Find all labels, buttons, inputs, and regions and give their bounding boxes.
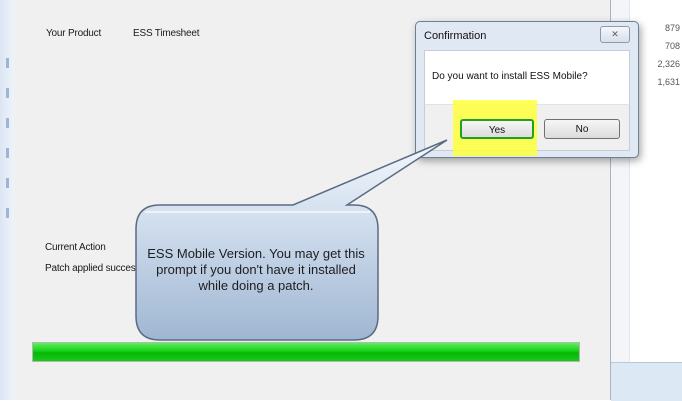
callout-shape — [135, 139, 448, 341]
callout-bubble — [135, 139, 448, 341]
callout-text: ESS Mobile Version. You may get this pro… — [147, 246, 365, 293]
